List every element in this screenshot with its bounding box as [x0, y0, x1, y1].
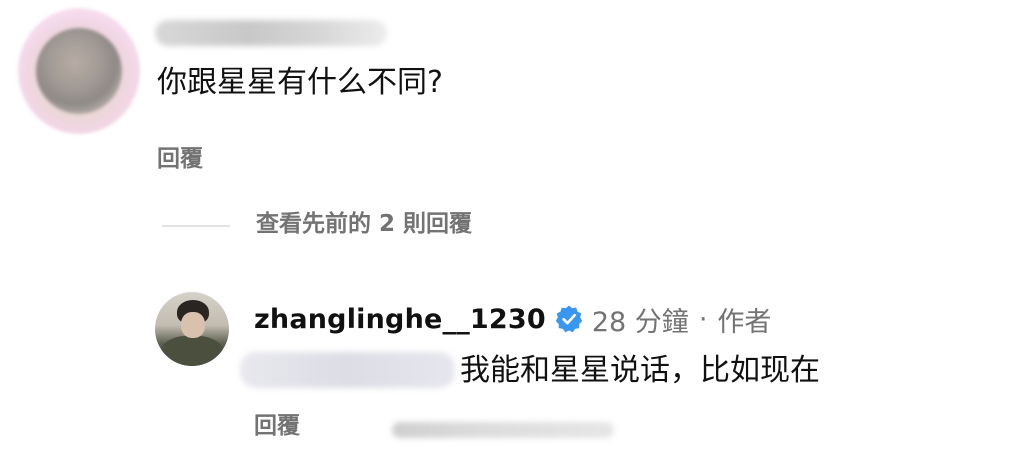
- commenter-avatar[interactable]: [18, 8, 140, 134]
- comment-text: 你跟星星有什么不同?: [157, 65, 443, 100]
- reply-button-secondary[interactable]: 回覆: [254, 410, 300, 442]
- blurred-commenter-username: [155, 20, 387, 46]
- reply-button[interactable]: 回覆: [157, 143, 203, 175]
- avatar-face-shape: [181, 312, 205, 338]
- view-previous-replies-button[interactable]: 查看先前的 2 則回覆: [256, 208, 472, 240]
- reply-author-avatar[interactable]: [155, 292, 229, 366]
- author-tag: 作者: [717, 306, 772, 338]
- reply-username[interactable]: zhanglinghe__1230: [254, 304, 546, 335]
- reply-header: zhanglinghe__1230 28 分鐘 · 作者: [254, 300, 771, 338]
- reply-timestamp: 28 分鐘: [591, 306, 689, 338]
- commenter-avatar-photo: [36, 28, 122, 114]
- verified-badge-icon: [554, 304, 584, 334]
- blurred-mention: [240, 352, 455, 388]
- header-separator: ·: [698, 303, 708, 335]
- avatar-body-shape: [161, 336, 223, 366]
- view-replies-divider: [162, 225, 230, 227]
- blurred-extra-text: [392, 422, 614, 438]
- reply-text: 我能和星星说话，比如现在: [460, 353, 820, 388]
